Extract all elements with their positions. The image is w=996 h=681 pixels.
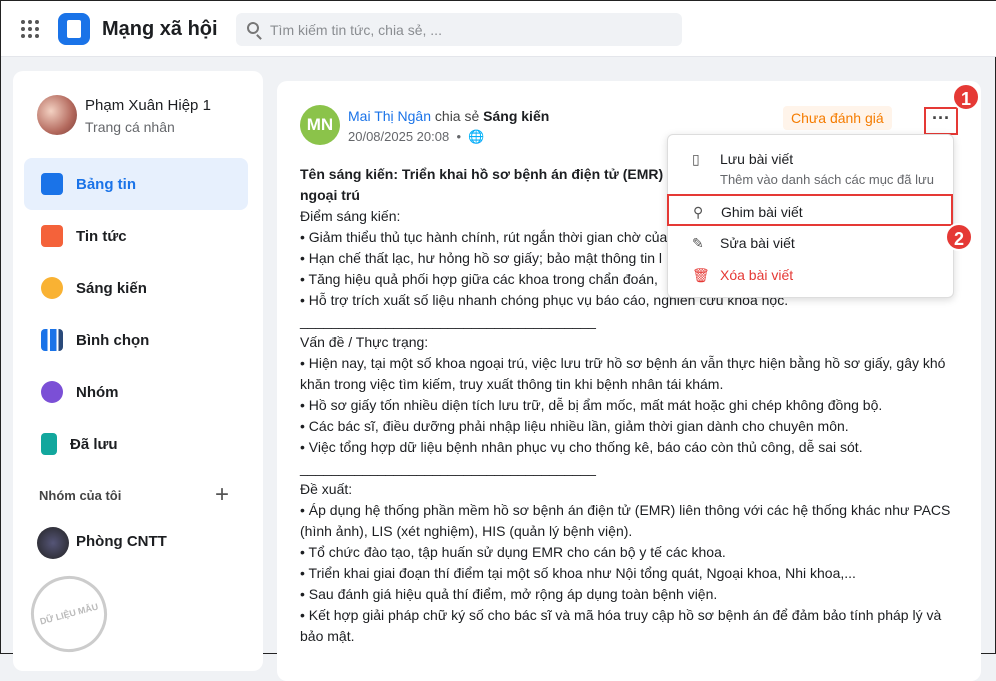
post-line: Vấn đề / Thực trạng: xyxy=(300,334,429,350)
globe-icon: 🌐 xyxy=(468,129,485,144)
post-line: ______________________________________ xyxy=(300,313,596,329)
nav-label: Nhóm xyxy=(76,383,119,401)
menu-label: Lưu bài viết xyxy=(720,151,794,167)
post-line: • Sau đánh giá hiệu quả thí điểm, mở rộn… xyxy=(300,586,718,602)
more-options-button[interactable]: ··· xyxy=(924,107,958,135)
search-placeholder: Tìm kiếm tin tức, chia sẻ, ... xyxy=(270,22,442,38)
apps-grid-icon[interactable] xyxy=(21,20,39,38)
watermark-stamp: DỮ LIỆU MẪU xyxy=(22,567,116,661)
separator: • xyxy=(456,129,462,144)
menu-item-edit-post[interactable]: ✎ Sửa bài viết xyxy=(668,227,953,259)
profile-name: Phạm Xuân Hiệp 1 xyxy=(85,97,211,114)
pencil-icon: ✎ xyxy=(692,235,704,251)
bookmark-icon xyxy=(41,433,57,455)
sidebar-item-saved[interactable]: Đã lưu xyxy=(24,418,248,470)
sidebar-item-groups[interactable]: Nhóm xyxy=(24,366,248,418)
bookmark-icon: ▯ xyxy=(692,151,700,167)
post-line: Đề xuất: xyxy=(300,481,353,497)
post-options-menu: ▯ Lưu bài viết Thêm vào danh sách các mục … xyxy=(667,134,954,298)
menu-label: Sửa bài viết xyxy=(720,235,795,251)
post-title: Tên sáng kiến: Triển khai hồ sơ bệnh án … xyxy=(300,166,689,182)
menu-label: Ghim bài viết xyxy=(721,204,803,220)
post-line: • Áp dụng hệ thống phần mềm hồ sơ bệnh á… xyxy=(300,502,951,539)
nav-label: Bảng tin xyxy=(76,175,136,193)
menu-label: Xóa bài viết xyxy=(720,267,794,283)
author-link[interactable]: Mai Thị Ngân xyxy=(348,108,431,124)
my-groups-heading: Nhóm của tôi xyxy=(39,488,122,503)
post-action: chia sẻ xyxy=(434,108,480,124)
sidebar: Phạm Xuân Hiệp 1 Trang cá nhân Bảng tin … xyxy=(13,71,263,671)
avatar xyxy=(37,95,77,135)
post-time: 20/08/2025 20:08 xyxy=(348,129,450,144)
sidebar-item-polls[interactable]: Bình chọn xyxy=(24,314,248,366)
nav-label: Đã lưu xyxy=(70,435,118,453)
post-line: • Triển khai giai đoạn thí điểm tại một … xyxy=(300,565,856,581)
top-bar: Mạng xã hội Tìm kiếm tin tức, chia sẻ, .… xyxy=(1,1,996,57)
pin-icon: ⚲ xyxy=(693,204,704,220)
sidebar-item-initiatives[interactable]: Sáng kiến xyxy=(24,262,248,314)
post-line: • Các bác sĩ, điều dưỡng phải nhập liệu … xyxy=(300,418,849,434)
menu-item-pin-post[interactable]: ⚲ Ghim bài viết xyxy=(667,194,953,226)
search-input[interactable]: Tìm kiếm tin tức, chia sẻ, ... xyxy=(236,13,682,46)
step-marker-2: 2 xyxy=(945,223,973,251)
step-marker-1: 1 xyxy=(952,83,980,111)
app-title: Mạng xã hội xyxy=(102,18,218,40)
trash-icon: 🗑 xyxy=(692,267,710,283)
menu-item-delete-post[interactable]: 🗑 Xóa bài viết xyxy=(668,259,953,291)
menu-item-save-post[interactable]: ▯ Lưu bài viết Thêm vào danh sách các mục … xyxy=(668,143,953,193)
post-line: ______________________________________ xyxy=(300,460,596,476)
post-line: • Tổ chức đào tạo, tập huấn sử dụng EMR … xyxy=(300,544,726,560)
add-group-button[interactable]: + xyxy=(215,481,229,509)
people-icon xyxy=(41,381,63,403)
post-line: • Hồ sơ giấy tốn nhiều diện tích lưu trữ… xyxy=(300,397,883,413)
feed-icon xyxy=(41,173,63,195)
post-header: Mai Thị Ngân chia sẻ Sáng kiến xyxy=(348,108,549,124)
post-line: • Việc tổng hợp dữ liệu bệnh nhân phục v… xyxy=(300,439,863,455)
profile-subtitle: Trang cá nhân xyxy=(85,119,175,135)
group-item-phong-cntt[interactable]: Phòng CNTT xyxy=(76,533,167,550)
post-line: • Hiện nay, tại một số khoa ngoại trú, v… xyxy=(300,355,946,392)
status-badge: Chưa đánh giá xyxy=(783,106,892,130)
post-title-cont: ngoại trú xyxy=(300,187,360,203)
app-logo-icon xyxy=(58,13,90,45)
post-line: • Kết hợp giải pháp chữ ký số cho bác sĩ… xyxy=(300,607,942,644)
author-avatar: MN xyxy=(300,105,340,145)
sidebar-item-news-feed[interactable]: Bảng tin xyxy=(24,158,248,210)
nav-label: Sáng kiến xyxy=(76,279,147,297)
post-meta: 20/08/2025 20:08 • 🌐 xyxy=(348,129,484,145)
nav-label: Tin tức xyxy=(76,227,127,245)
nav-label: Bình chọn xyxy=(76,331,150,349)
bar-chart-icon xyxy=(41,329,63,351)
sidebar-item-news[interactable]: Tin tức xyxy=(24,210,248,262)
menu-sublabel: Thêm vào danh sách các mục đã lưu xyxy=(720,172,934,187)
group-avatar xyxy=(37,527,69,559)
search-icon xyxy=(247,22,259,34)
post-category[interactable]: Sáng kiến xyxy=(483,108,549,124)
lightbulb-icon xyxy=(41,277,63,299)
news-icon xyxy=(41,225,63,247)
